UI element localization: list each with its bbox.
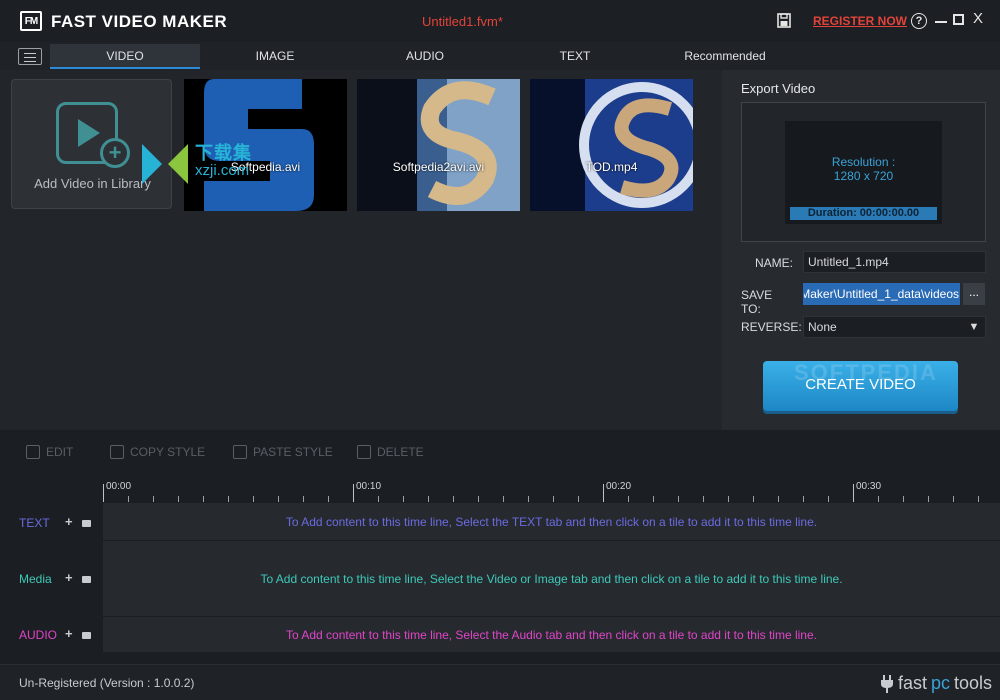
ruler-tick xyxy=(103,484,104,502)
video-name: TOD.mp4 xyxy=(585,160,638,174)
lock-icon[interactable] xyxy=(82,632,91,639)
copy-style-label: COPY STYLE xyxy=(130,445,206,459)
ruler-label: 00:00 xyxy=(106,481,132,492)
resolution-info: Resolution : 1280 x 720 xyxy=(785,155,942,183)
save-to-field[interactable]: Maker\Untitled_1_data\videos xyxy=(803,283,960,305)
export-title: Export Video xyxy=(741,81,816,96)
browse-button[interactable]: ... xyxy=(963,283,985,305)
video-tile[interactable]: TOD.mp4 xyxy=(530,79,693,211)
tab-recommended[interactable]: Recommended xyxy=(650,44,800,69)
plug-icon xyxy=(881,674,893,693)
text-track: TEXT + To Add content to this time line,… xyxy=(0,502,1000,540)
help-icon[interactable]: ? xyxy=(911,13,927,29)
copy-style-button[interactable]: COPY STYLE xyxy=(110,445,205,459)
chevron-down-icon[interactable]: ▼ xyxy=(963,316,985,338)
media-track: Media + To Add content to this time line… xyxy=(0,540,1000,616)
tab-video[interactable]: VIDEO xyxy=(50,44,200,69)
app-logo-icon: FM xyxy=(20,11,42,31)
add-icon[interactable]: + xyxy=(65,570,73,585)
audio-track: AUDIO + To Add content to this time line… xyxy=(0,616,1000,652)
reverse-label: REVERSE: xyxy=(741,320,802,334)
name-field[interactable]: Untitled_1.mp4 xyxy=(803,251,986,273)
resolution-value: 1280 x 720 xyxy=(833,169,894,183)
hamburger-menu-icon[interactable] xyxy=(18,48,42,65)
tab-text[interactable]: TEXT xyxy=(500,44,650,69)
tab-audio[interactable]: AUDIO xyxy=(350,44,500,69)
ruler-label: 00:30 xyxy=(856,481,882,492)
reverse-select[interactable]: None xyxy=(803,316,986,338)
ruler-label: 00:20 xyxy=(606,481,632,492)
delete-label: DELETE xyxy=(377,445,424,459)
track-label: TEXT xyxy=(19,516,50,530)
site-watermark: 下载集 xzji.com xyxy=(140,142,270,187)
version-status: Un-Registered (Version : 1.0.0.2) xyxy=(19,676,195,690)
trash-icon xyxy=(357,445,371,459)
timeline: 00:00 00:10 00:20 00:30 TEXT + To Add co… xyxy=(0,476,1000,664)
track-area[interactable]: To Add content to this time line, Select… xyxy=(103,616,1000,652)
track-area[interactable]: To Add content to this time line, Select… xyxy=(103,502,1000,540)
add-icon: + xyxy=(100,138,130,168)
lock-icon[interactable] xyxy=(82,576,91,583)
title-bar: FM FAST VIDEO MAKER Untitled1.fvm* REGIS… xyxy=(0,0,1000,42)
brand-text: fast xyxy=(898,673,928,693)
export-preview: Resolution : 1280 x 720 Duration: 00:00:… xyxy=(741,102,986,242)
edit-button[interactable]: EDIT xyxy=(26,445,73,459)
save-to-label: SAVE TO: xyxy=(741,288,773,316)
brand-text-highlight: pc xyxy=(931,673,951,693)
lock-icon[interactable] xyxy=(82,520,91,527)
add-icon[interactable]: + xyxy=(65,626,73,641)
brand-logo: fast pc tools xyxy=(880,673,992,694)
delete-button[interactable]: DELETE xyxy=(357,445,424,459)
minimize-icon[interactable] xyxy=(935,21,947,23)
timeline-ruler[interactable]: 00:00 00:10 00:20 00:30 xyxy=(103,476,1000,502)
video-thumbnail xyxy=(357,79,520,211)
export-panel: Export Video Resolution : 1280 x 720 Dur… xyxy=(722,70,1000,430)
video-tile[interactable]: Softpedia2avi.avi xyxy=(357,79,520,211)
name-label: NAME: xyxy=(754,256,793,270)
tab-bar: VIDEO IMAGE AUDIO TEXT Recommended xyxy=(0,42,1000,70)
track-label: AUDIO xyxy=(19,628,58,642)
watermark-domain: xzji.com xyxy=(195,162,250,179)
app-title: FAST VIDEO MAKER xyxy=(51,12,228,31)
softpedia-watermark: SOFTPEDIA xyxy=(794,360,938,385)
paste-style-label: PASTE STYLE xyxy=(253,445,333,459)
edit-label: EDIT xyxy=(46,445,74,459)
maximize-icon[interactable] xyxy=(953,14,964,25)
preview-screen: Resolution : 1280 x 720 Duration: 00:00:… xyxy=(785,121,942,224)
save-icon[interactable] xyxy=(777,13,791,28)
copy-icon xyxy=(110,445,124,459)
video-library: + Add Video in Library Softpedia.avi Sof… xyxy=(0,70,722,430)
resolution-label: Resolution : xyxy=(831,155,896,169)
add-icon[interactable]: + xyxy=(65,514,73,529)
tab-image[interactable]: IMAGE xyxy=(200,44,350,69)
close-icon[interactable]: X xyxy=(973,10,983,27)
ruler-tick xyxy=(853,484,854,502)
paste-style-button[interactable]: PASTE STYLE xyxy=(233,445,333,459)
track-area[interactable]: To Add content to this time line, Select… xyxy=(103,540,1000,616)
ruler-label: 00:10 xyxy=(356,481,382,492)
video-name: Softpedia2avi.avi xyxy=(392,160,485,174)
edit-icon xyxy=(26,445,40,459)
ruler-tick xyxy=(603,484,604,502)
paste-icon xyxy=(233,445,247,459)
ruler-tick xyxy=(353,484,354,502)
status-bar: Un-Registered (Version : 1.0.0.2) fast pc… xyxy=(0,664,1000,700)
duration-bar: Duration: 00:00:00.00 xyxy=(790,207,937,220)
document-title: Untitled1.fvm* xyxy=(422,14,503,29)
watermark-logo-icon xyxy=(142,144,188,184)
register-now-link[interactable]: REGISTER NOW xyxy=(813,14,907,28)
brand-text-suffix: tools xyxy=(954,673,993,693)
track-label: Media xyxy=(19,572,52,586)
edit-toolbar: EDIT COPY STYLE PASTE STYLE DELETE xyxy=(0,430,1000,476)
video-thumbnail xyxy=(530,79,693,211)
